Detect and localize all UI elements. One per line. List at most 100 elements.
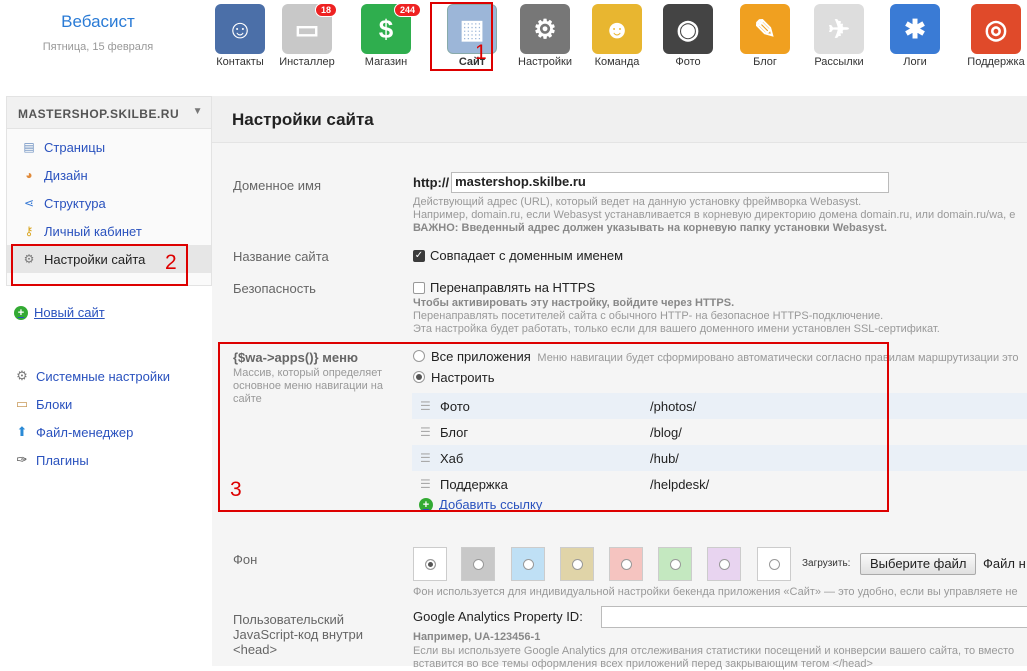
- lifebuoy-icon: ◎: [971, 4, 1021, 54]
- ga-hint-2: Если вы используете Google Analytics для…: [413, 645, 1015, 657]
- sidebar-item-label: Структура: [44, 195, 106, 211]
- pencil-icon: ✎: [740, 4, 790, 54]
- contacts-icon: ☺: [215, 4, 265, 54]
- menu-option-custom-label: Настроить: [431, 370, 495, 385]
- sidebar-item-blocks[interactable]: ▭ Блоки: [0, 390, 170, 418]
- https-hint-3: Эта настройка будет работать, только есл…: [413, 323, 940, 335]
- drag-handle-icon[interactable]: ☰: [412, 451, 434, 465]
- site-name-option[interactable]: ✓ Совпадает с доменным именем: [413, 248, 623, 263]
- domain-row: http:// mastershop.skilbe.ru: [413, 172, 1015, 193]
- mailer-icon: ✈: [814, 4, 864, 54]
- drag-handle-icon[interactable]: ☰: [412, 477, 434, 491]
- account-name[interactable]: Вебасист: [0, 12, 196, 32]
- sidebar: MASTERSHOP.SKILBE.RU ▼ ▤ Страницы ◕ Дизайн…: [0, 96, 212, 666]
- https-option[interactable]: Перенаправлять на HTTPS: [413, 280, 940, 295]
- add-link-button[interactable]: + Добавить ссылку: [419, 497, 542, 512]
- top-app-bar: Вебасист Пятница, 15 февраля ☺ Контакты ▭ И…: [0, 0, 1027, 80]
- radio-icon[interactable]: [413, 350, 425, 362]
- blocks-icon: ▭: [15, 396, 29, 411]
- menu-link-row[interactable]: ☰ Фото/photos/: [412, 393, 1027, 419]
- app-label: Контакты: [216, 56, 264, 68]
- domain-input[interactable]: mastershop.skilbe.ru: [451, 172, 890, 193]
- new-site-link[interactable]: + Новый сайт: [14, 305, 105, 320]
- ga-property-input[interactable]: [601, 606, 1027, 628]
- radio-icon: [669, 558, 681, 570]
- sidebar-item-site-settings[interactable]: ⚙ Настройки сайта: [7, 245, 211, 273]
- brand: Вебасист Пятница, 15 февраля: [0, 0, 196, 53]
- menu-link-row[interactable]: ☰ Хаб/hub/: [412, 445, 1027, 471]
- https-hint-2: Перенаправлять посетителей сайта с обычн…: [413, 310, 884, 322]
- background-swatch[interactable]: [609, 547, 643, 581]
- ga-hint-3: вставится во все темы оформления всех пр…: [413, 658, 873, 670]
- link-url[interactable]: /hub/: [650, 451, 1027, 466]
- gear-icon: ⚙: [23, 252, 35, 266]
- notification-badge: 244: [394, 3, 422, 17]
- menu-link-row[interactable]: ☰ Поддержка/helpdesk/: [412, 471, 1027, 497]
- background-swatch[interactable]: [707, 547, 741, 581]
- custom-js-label: Пользовательский JavaScript-код внутри <…: [233, 612, 364, 657]
- menu-option-all[interactable]: Все приложения Меню навигации будет сфор…: [413, 349, 1027, 365]
- app-pencil[interactable]: ✎ Блог: [727, 0, 803, 76]
- background-swatch[interactable]: [461, 547, 495, 581]
- plus-icon: +: [14, 305, 28, 320]
- sidebar-item-label: Плагины: [36, 452, 89, 468]
- background-swatch[interactable]: [413, 547, 447, 581]
- background-swatch[interactable]: [511, 547, 545, 581]
- app-shop[interactable]: $ Магазин 244: [348, 0, 424, 76]
- app-label: Сайт: [458, 56, 486, 68]
- choose-file-button[interactable]: Выберите файл: [860, 553, 977, 575]
- link-url[interactable]: /helpdesk/: [650, 477, 1027, 492]
- app-label: Блог: [753, 56, 777, 68]
- plus-icon: +: [419, 497, 433, 512]
- link-name[interactable]: Поддержка: [434, 477, 650, 492]
- sidebar-item-file-manager[interactable]: ⬆ Файл-менеджер: [0, 418, 170, 446]
- checkbox-checked-icon[interactable]: ✓: [413, 249, 425, 262]
- domain-hint-1: Действующий адрес (URL), который ведет н…: [413, 196, 862, 208]
- sidebar-item-account[interactable]: ⚷ Личный кабинет: [7, 217, 211, 245]
- drag-handle-icon[interactable]: ☰: [412, 425, 434, 439]
- sidebar-item-plugins[interactable]: ✑ Плагины: [0, 446, 170, 474]
- background-swatch[interactable]: [560, 547, 594, 581]
- menu-link-row[interactable]: ☰ Блог/blog/: [412, 419, 1027, 445]
- link-url[interactable]: /blog/: [650, 425, 1027, 440]
- sidebar-item-structure[interactable]: ⋖ Структура: [7, 189, 211, 217]
- link-name[interactable]: Хаб: [434, 451, 650, 466]
- site-name-option-label: Совпадает с доменным именем: [430, 248, 624, 263]
- site-selector[interactable]: MASTERSHOP.SKILBE.RU ▼: [7, 97, 211, 129]
- background-swatch[interactable]: [757, 547, 791, 581]
- radio-icon: [424, 558, 436, 570]
- app-label: Поддержка: [967, 56, 1025, 68]
- drag-handle-icon[interactable]: ☰: [412, 399, 434, 413]
- radio-selected-icon[interactable]: [413, 371, 425, 383]
- radio-icon: [522, 558, 534, 570]
- app-contacts[interactable]: ☺ Контакты: [202, 0, 278, 76]
- app-mailer[interactable]: ✈ Рассылки: [801, 0, 877, 76]
- sidebar-item-system-settings[interactable]: ⚙ Системные настройки: [0, 362, 170, 390]
- app-site[interactable]: ▦ Сайт: [434, 0, 510, 76]
- app-camera[interactable]: ◉ Фото: [650, 0, 726, 76]
- link-name[interactable]: Фото: [434, 399, 650, 414]
- app-team[interactable]: ☻ Команда: [579, 0, 655, 76]
- background-swatch[interactable]: [658, 547, 692, 581]
- menu-option-custom[interactable]: Настроить: [413, 370, 1027, 385]
- add-link-label: Добавить ссылку: [439, 497, 543, 512]
- sidebar-item-label: Блоки: [36, 396, 73, 412]
- app-label: Команда: [594, 56, 640, 68]
- new-site-label: Новый сайт: [34, 305, 105, 320]
- link-url[interactable]: /photos/: [650, 399, 1027, 414]
- app-settings[interactable]: ⚙ Настройки: [507, 0, 583, 76]
- radio-icon: [472, 558, 484, 570]
- app-installer[interactable]: ▭ Инсталлер 18: [269, 0, 345, 76]
- link-name[interactable]: Блог: [434, 425, 650, 440]
- ga-example: Например, UA-123456-1: [413, 631, 541, 643]
- background-hint: Фон используется для индивидуальной наст…: [413, 586, 1018, 598]
- app-lifebuoy[interactable]: ◎ Поддержка: [958, 0, 1027, 76]
- plug-icon: ✑: [16, 452, 28, 467]
- team-icon: ☻: [592, 4, 642, 54]
- app-logs[interactable]: ✱ Логи: [877, 0, 953, 76]
- sidebar-item-pages[interactable]: ▤ Страницы: [7, 133, 211, 161]
- checkbox-icon[interactable]: [413, 281, 425, 294]
- sidebar-item-design[interactable]: ◕ Дизайн: [7, 161, 211, 189]
- site-icon: ▦: [447, 4, 497, 54]
- palette-icon: ◕: [25, 168, 33, 182]
